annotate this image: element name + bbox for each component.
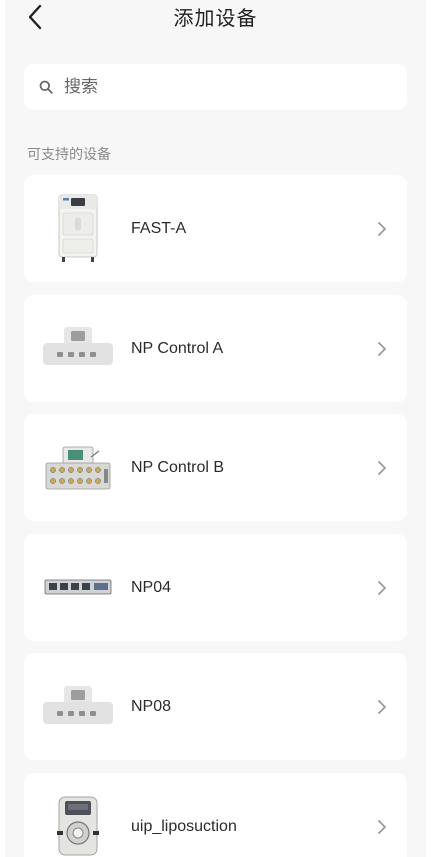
device-item-uip-liposuction[interactable]: uip_liposuction bbox=[24, 772, 407, 857]
device-name: uip_liposuction bbox=[131, 817, 237, 835]
device-name: NP Control A bbox=[131, 339, 224, 357]
right-edge bbox=[426, 0, 431, 857]
uip-liposuction-device-image bbox=[38, 789, 118, 857]
chevron-right-icon bbox=[378, 819, 386, 834]
device-item-np08[interactable]: NP08 bbox=[24, 653, 407, 760]
device-name: NP04 bbox=[131, 578, 172, 596]
chevron-right-icon bbox=[378, 580, 386, 595]
section-label: 可支持的设备 bbox=[27, 147, 111, 163]
search-input[interactable] bbox=[64, 77, 364, 97]
page-title: 添加设备 bbox=[173, 6, 258, 30]
np08-device-image bbox=[38, 669, 118, 744]
left-edge bbox=[0, 0, 5, 857]
device-list: FAST-A NP Control A NP Control B NP04 NP… bbox=[24, 175, 407, 857]
device-name: NP08 bbox=[131, 698, 172, 715]
np-control-a-device-image bbox=[38, 311, 118, 386]
chevron-right-icon bbox=[378, 222, 386, 236]
device-item-np-control-b[interactable]: NP Control B bbox=[24, 414, 407, 521]
np04-device-image bbox=[38, 550, 118, 625]
np-control-b-device-image bbox=[38, 430, 118, 505]
device-name: NP Control B bbox=[131, 459, 225, 476]
header-bar: 添加设备 bbox=[0, 0, 431, 36]
search-bar[interactable] bbox=[24, 64, 407, 110]
fast-a-device-image bbox=[38, 191, 118, 266]
chevron-right-icon bbox=[378, 700, 386, 714]
device-item-fast-a[interactable]: FAST-A bbox=[24, 175, 407, 282]
add-device-page: 添加设备 可支持的设备 bbox=[0, 0, 431, 857]
chevron-right-icon bbox=[378, 341, 386, 356]
device-item-np-control-a[interactable]: NP Control A bbox=[24, 294, 407, 402]
search-icon bbox=[38, 79, 54, 95]
device-item-np04[interactable]: NP04 bbox=[24, 533, 407, 641]
chevron-right-icon bbox=[378, 461, 386, 475]
device-name: FAST-A bbox=[131, 220, 187, 237]
